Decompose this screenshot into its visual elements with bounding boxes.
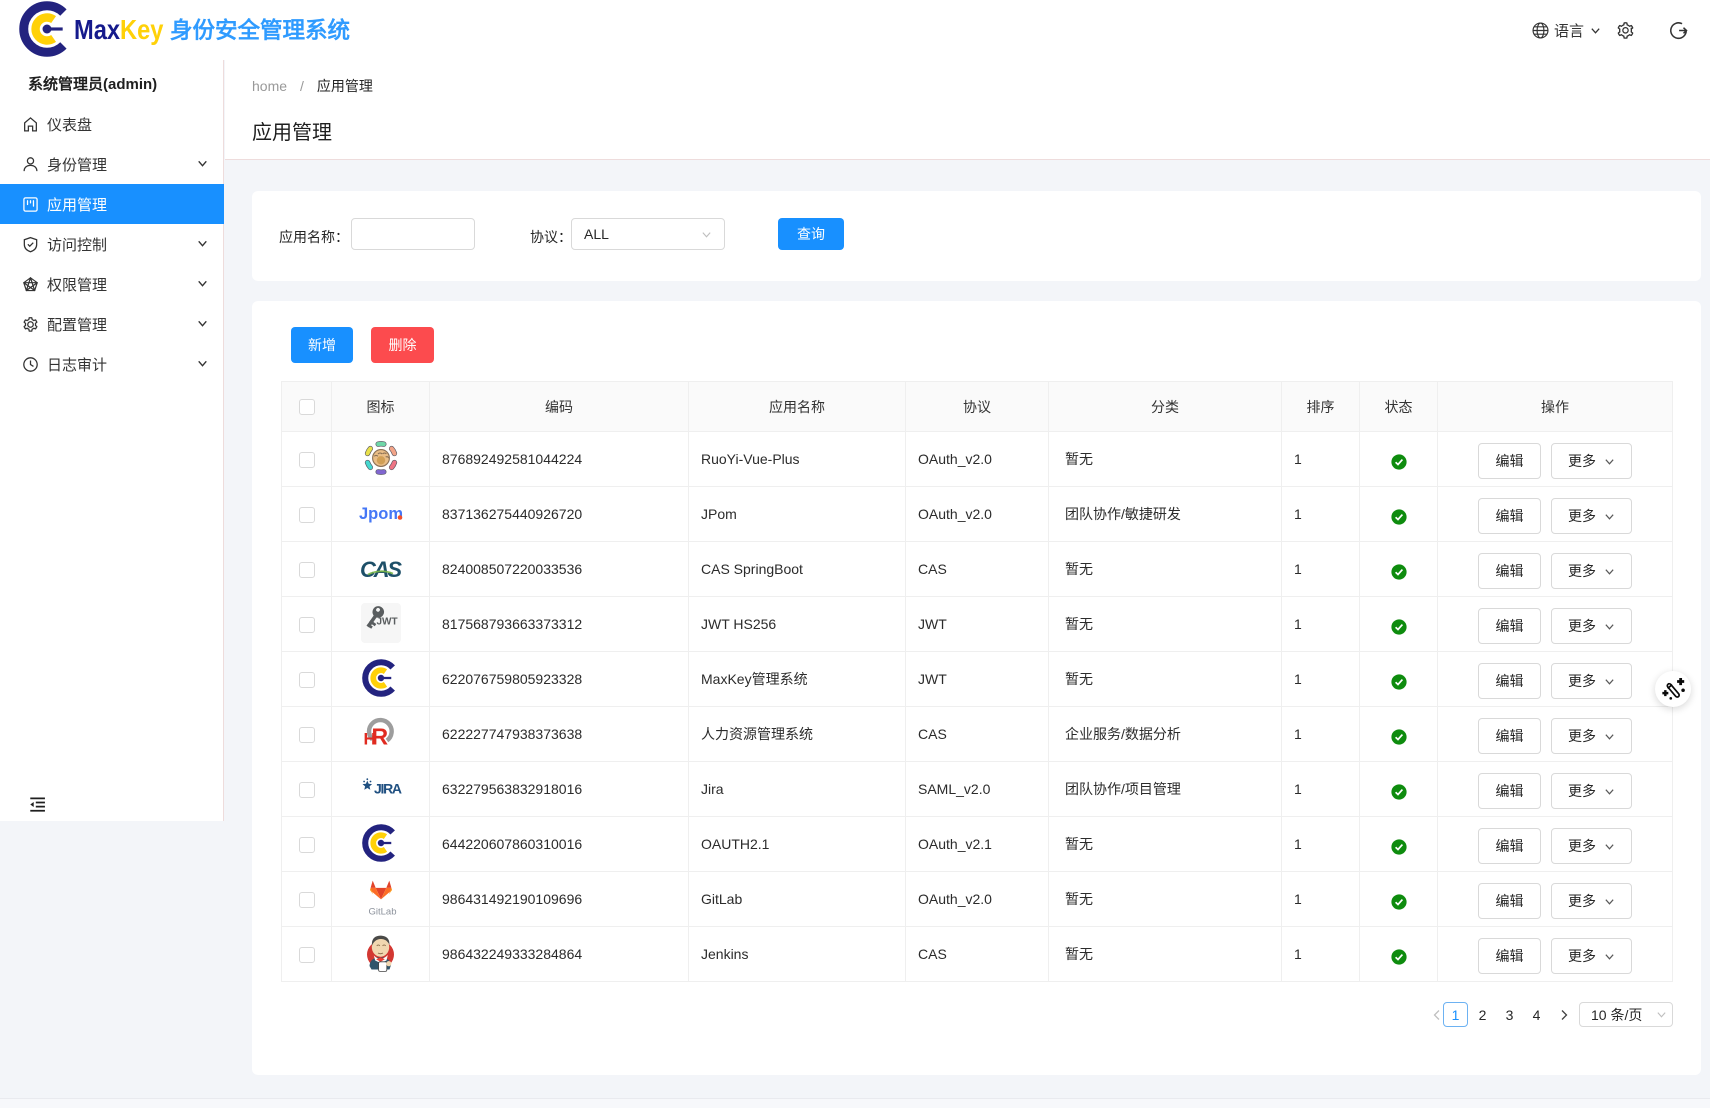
svg-text:Jpom: Jpom	[359, 505, 403, 523]
svg-text:JWT: JWT	[376, 616, 397, 627]
svg-text:H: H	[363, 729, 375, 748]
svg-text:CAS: CAS	[360, 557, 402, 582]
svg-text:JIRA: JIRA	[374, 780, 402, 796]
svg-text:GitLab: GitLab	[368, 906, 396, 917]
